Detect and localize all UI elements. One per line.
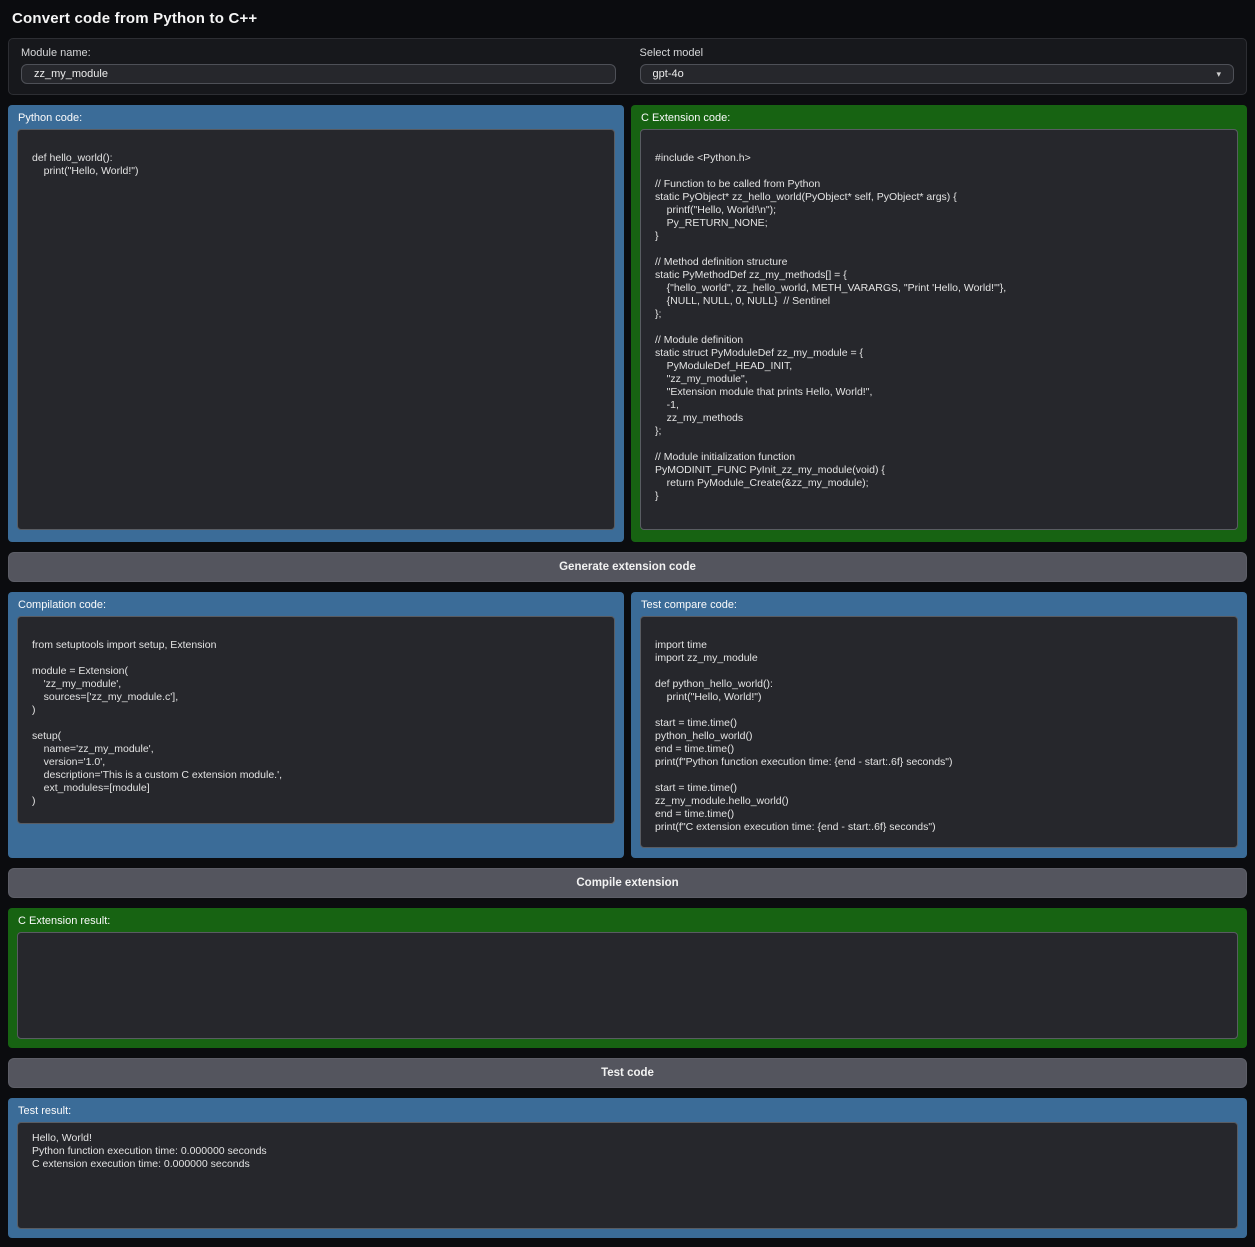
test-compare-code-panel: Test compare code: import time import zz…	[631, 592, 1247, 858]
generate-extension-code-button[interactable]: Generate extension code	[8, 552, 1247, 582]
model-select-dropdown[interactable]: gpt-4o ▾	[640, 64, 1235, 84]
python-code-panel: Python code: def hello_world(): print("H…	[8, 105, 624, 542]
c-extension-result-textarea[interactable]	[17, 932, 1238, 1039]
test-code-button[interactable]: Test code	[8, 1058, 1247, 1088]
chevron-down-icon: ▾	[1216, 69, 1221, 80]
c-extension-code-panel: C Extension code: #include <Python.h> //…	[631, 105, 1247, 542]
c-extension-result-label: C Extension result:	[8, 908, 1247, 932]
test-result-panel: Test result: Hello, World! Python functi…	[8, 1098, 1247, 1238]
app-root: Convert code from Python to C++ Module n…	[0, 0, 1255, 1247]
model-select-value: gpt-4o	[653, 68, 684, 80]
compilation-code-label: Compilation code:	[8, 592, 624, 616]
python-code-textarea[interactable]: def hello_world(): print("Hello, World!"…	[17, 129, 615, 530]
test-compare-code-label: Test compare code:	[631, 592, 1247, 616]
code-row: Python code: def hello_world(): print("H…	[8, 105, 1247, 542]
model-select-label: Select model	[640, 47, 1235, 59]
c-extension-code-textarea[interactable]: #include <Python.h> // Function to be ca…	[640, 129, 1238, 530]
compile-extension-button[interactable]: Compile extension	[8, 868, 1247, 898]
settings-panel: Module name: Select model gpt-4o ▾	[8, 38, 1247, 95]
c-extension-code-label: C Extension code:	[631, 105, 1247, 129]
page-title: Convert code from Python to C++	[12, 9, 1247, 28]
module-name-group: Module name:	[21, 47, 616, 84]
test-result-textarea[interactable]: Hello, World! Python function execution …	[17, 1122, 1238, 1229]
compilation-code-textarea[interactable]: from setuptools import setup, Extension …	[17, 616, 615, 824]
test-compare-code-textarea[interactable]: import time import zz_my_module def pyth…	[640, 616, 1238, 848]
compilation-code-panel: Compilation code: from setuptools import…	[8, 592, 624, 858]
python-code-label: Python code:	[8, 105, 624, 129]
module-name-label: Module name:	[21, 47, 616, 59]
compile-test-row: Compilation code: from setuptools import…	[8, 592, 1247, 858]
c-extension-result-panel: C Extension result:	[8, 908, 1247, 1048]
module-name-input[interactable]	[21, 64, 616, 84]
model-select-group: Select model gpt-4o ▾	[640, 47, 1235, 84]
test-result-label: Test result:	[8, 1098, 1247, 1122]
